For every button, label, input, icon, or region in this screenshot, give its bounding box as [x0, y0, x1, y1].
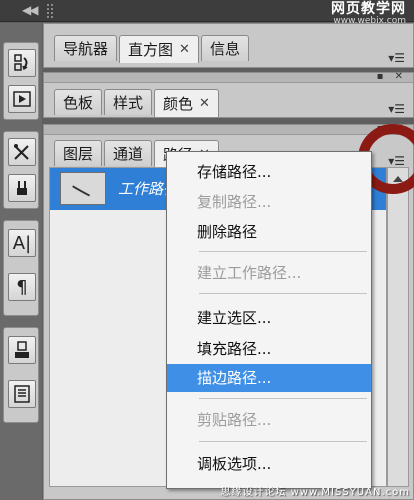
tab-channels[interactable]: 通道 [104, 140, 153, 166]
actions-play-icon[interactable] [8, 85, 36, 113]
panel-menu-icon[interactable]: ▾☰ [381, 51, 405, 65]
menu-separator [199, 293, 367, 294]
drag-grip-icon[interactable] [47, 4, 53, 18]
menu-separator [199, 251, 367, 252]
menu-item-fill-path[interactable]: 填充路径... [167, 335, 371, 363]
paths-panel-menu: 存储路径... 复制路径... 删除路径 建立工作路径... 建立选区... 填… [166, 151, 372, 489]
menu-item-duplicate-path[interactable]: 复制路径... [167, 188, 371, 216]
panel-tabs: 色板 样式 颜色 ✕ [54, 89, 219, 117]
menu-item-panel-options[interactable]: 调板选项... [167, 450, 371, 478]
paragraph-icon[interactable]: ¶ [8, 273, 36, 301]
panel-group-color: ▪ ✕ 色板 样式 颜色 ✕ ▾☰ [43, 72, 414, 118]
path-thumbnail [60, 172, 106, 205]
tool-group-brushes [3, 131, 39, 209]
tab-navigator[interactable]: 导航器 [54, 35, 118, 61]
tab-styles[interactable]: 样式 [104, 89, 153, 115]
tool-presets-icon[interactable] [8, 336, 36, 364]
tab-layers[interactable]: 图层 [54, 140, 103, 166]
paths-scrollbar[interactable] [387, 167, 409, 487]
panel-dock-header: ◀◀ 网页教学网 www.webjx.com [0, 0, 414, 26]
panel-header-bar: ▪ ✕ [44, 72, 413, 83]
panel-tabs: 导航器 直方图 ✕ 信息 [54, 35, 249, 63]
double-chevron-left-icon[interactable]: ◀◀ [22, 3, 39, 17]
close-icon[interactable]: ✕ [179, 42, 190, 57]
panel-collapse-close-icon[interactable]: ▪ ✕ [377, 72, 407, 82]
watermark-footer: 思缘设计论坛 www.MISSYUAN.com [220, 487, 410, 498]
menu-separator [199, 398, 367, 399]
tool-group-misc [3, 327, 39, 423]
tab-color[interactable]: 颜色 ✕ [154, 89, 219, 117]
menu-separator [199, 441, 367, 442]
menu-item-stroke-path[interactable]: 描边路径... [167, 364, 371, 392]
tab-histogram[interactable]: 直方图 ✕ [119, 35, 199, 63]
brush-presets-icon[interactable] [8, 138, 36, 166]
tool-group-history [3, 42, 39, 120]
tool-group-type: A| ¶ [3, 220, 39, 316]
menu-item-delete-path[interactable]: 删除路径 [167, 218, 371, 246]
menu-item-save-path[interactable]: 存储路径... [167, 158, 371, 186]
history-icon[interactable] [8, 49, 36, 77]
panel-group-navigator: 导航器 直方图 ✕ 信息 ▾☰ [43, 23, 414, 68]
tab-info[interactable]: 信息 [200, 35, 249, 61]
menu-item-clipping-path[interactable]: 剪贴路径... [167, 406, 371, 434]
layer-comps-icon[interactable] [8, 380, 36, 408]
tab-swatches[interactable]: 色板 [54, 89, 103, 115]
panel-header-bar: ▪ ✕ [44, 124, 413, 135]
panel-menu-icon[interactable]: ▾☰ [381, 102, 405, 116]
close-icon[interactable]: ✕ [199, 96, 210, 111]
menu-item-make-work-path[interactable]: 建立工作路径... [167, 259, 371, 287]
clone-source-icon[interactable] [8, 174, 36, 202]
tool-icon-strip: A| ¶ [0, 23, 42, 500]
character-icon[interactable]: A| [8, 229, 36, 257]
menu-item-make-selection[interactable]: 建立选区... [167, 304, 371, 332]
